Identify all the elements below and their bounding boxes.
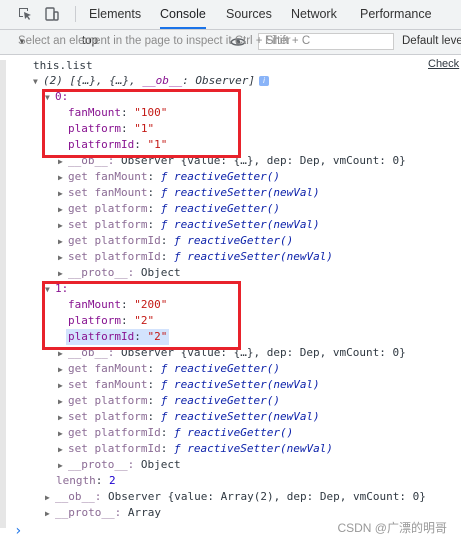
accessor-row[interactable]: ▶ set platformId: ƒ reactiveSetter(newVal… — [58, 441, 333, 457]
devtools-tab-bar: Elements Console Sources Network Perform… — [0, 0, 461, 30]
array-summary-row[interactable]: ▼ (2) [{…}, {…}, __ob__: Observer] i — [33, 73, 269, 89]
accessor-row[interactable]: ▶ set fanMount: ƒ reactiveSetter(newVal) — [58, 185, 320, 201]
watermark: CSDN @广漂的明哥 — [337, 521, 447, 535]
accessor-row[interactable]: ▶ get platformId: ƒ reactiveGetter() — [58, 233, 293, 249]
check-link[interactable]: Check — [428, 58, 459, 70]
outer-observer-row[interactable]: ▶ __ob__: Observer {value: Array(2), dep:… — [45, 489, 426, 505]
console-expression: this.list — [33, 59, 93, 72]
accessor-row[interactable]: ▶ get platform: ƒ reactiveGetter() — [58, 201, 280, 217]
proto-row[interactable]: ▶ __proto__: Object — [58, 265, 181, 281]
collapse-triangle-icon[interactable]: ▼ — [33, 74, 43, 90]
accessor-row[interactable]: ▶ set platformId: ƒ reactiveSetter(newVal… — [58, 249, 333, 265]
length-row: length: 2 — [56, 474, 116, 487]
highlight-box-item-0 — [42, 89, 241, 158]
tab-performance[interactable]: Performance — [360, 0, 432, 29]
tab-console[interactable]: Console — [160, 0, 206, 29]
accessor-row[interactable]: ▶ set fanMount: ƒ reactiveSetter(newVal) — [58, 377, 320, 393]
outer-proto-row[interactable]: ▶ __proto__: Array — [45, 505, 161, 521]
device-toolbar-icon[interactable] — [44, 6, 60, 22]
console-toolbar: ▼ top Filter Default leve Select an elem… — [0, 30, 461, 55]
proto-row[interactable]: ▶ __proto__: Object — [58, 457, 181, 473]
accessor-row[interactable]: ▶ set platform: ƒ reactiveSetter(newVal) — [58, 217, 320, 233]
log-levels-dropdown[interactable]: Default leve — [402, 35, 461, 47]
inspect-element-icon[interactable] — [17, 6, 33, 22]
tab-sources[interactable]: Sources — [226, 0, 272, 29]
toolbar-divider — [75, 6, 76, 22]
accessor-row[interactable]: ▶ get platform: ƒ reactiveGetter() — [58, 393, 280, 409]
accessor-row[interactable]: ▶ get platformId: ƒ reactiveGetter() — [58, 425, 293, 441]
accessor-row[interactable]: ▶ get fanMount: ƒ reactiveGetter() — [58, 361, 280, 377]
tab-network[interactable]: Network — [291, 0, 337, 29]
accessor-row[interactable]: ▶ get fanMount: ƒ reactiveGetter() — [58, 169, 280, 185]
console-prompt-icon[interactable]: › — [14, 523, 22, 539]
tab-elements[interactable]: Elements — [89, 0, 141, 29]
console-scrollbar[interactable] — [0, 60, 6, 528]
highlight-box-item-1 — [42, 281, 241, 350]
accessor-row[interactable]: ▶ set platform: ƒ reactiveSetter(newVal) — [58, 409, 320, 425]
inspect-tooltip: Select an element in the page to inspect… — [18, 35, 311, 47]
info-icon[interactable]: i — [258, 76, 269, 86]
